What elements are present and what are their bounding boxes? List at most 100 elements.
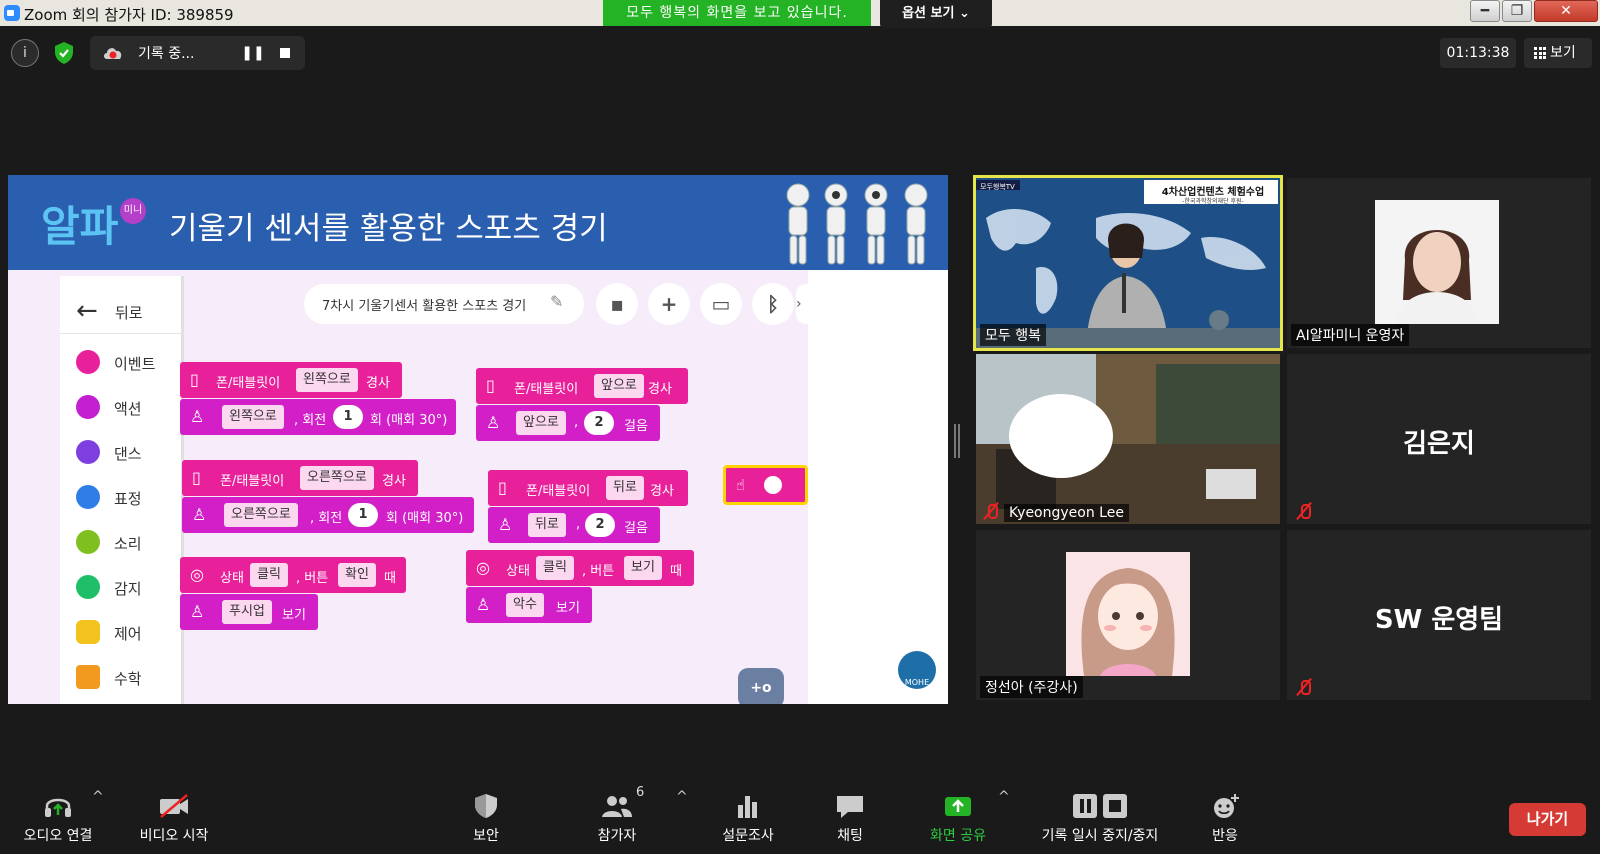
block-dropdown[interactable]: 악수 [506, 593, 544, 617]
block-dropdown[interactable]: 오른쪽으로 [224, 503, 298, 527]
phone-icon: ▯ [192, 468, 201, 487]
pause-stop-recording-button[interactable]: 기록 일시 중지/중지 [1030, 781, 1170, 851]
block-dropdown[interactable]: 왼쪽으로 [222, 405, 284, 429]
share-screen-label: 화면 공유 [930, 828, 986, 844]
participants-options-caret[interactable]: ^ [676, 789, 688, 805]
block-dropdown[interactable]: 오른쪽으로 [300, 466, 374, 490]
share-options-caret[interactable]: ^ [998, 789, 1010, 805]
category-control[interactable]: 제어 [76, 618, 184, 648]
block-number[interactable]: 1 [348, 503, 378, 527]
panel-resize-handle[interactable] [954, 424, 960, 458]
tilt-event-block[interactable]: ▯ 폰/태블릿이 오른쪽으로 경사 [182, 460, 418, 496]
walk-action-block[interactable]: ♙ 뒤로 , 2 걸음 [488, 507, 660, 543]
category-dance[interactable]: 댄스 [76, 438, 184, 468]
block-dropdown[interactable]: 뒤로 [528, 513, 566, 537]
block-dropdown[interactable]: 앞으로 [594, 374, 644, 398]
polls-button[interactable]: 설문조사 [716, 781, 780, 851]
turn-action-block[interactable]: ♙ 왼쪽으로 , 회전 1 회 (매회 30°) [180, 399, 456, 435]
block-text: 폰/태블릿이 [216, 376, 281, 391]
video-tile[interactable]: Kyeongyeon Lee [976, 354, 1280, 524]
block-number[interactable]: 2 [585, 513, 615, 537]
block-number[interactable]: 2 [584, 411, 614, 435]
block-dropdown[interactable]: 뒤로 [606, 476, 644, 500]
category-sensing[interactable]: 감지 [76, 573, 184, 603]
tilt-event-block[interactable]: ▯ 폰/태블릿이 뒤로 경사 [488, 470, 688, 506]
window-title: Zoom 회의 참가자 ID: 389859 [24, 6, 234, 24]
video-tile[interactable]: 김은지 [1287, 354, 1591, 524]
join-audio-button[interactable]: 오디오 연결 [14, 781, 102, 851]
block-dropdown[interactable]: 클릭 [536, 556, 574, 580]
category-math[interactable]: 수학 [76, 663, 184, 693]
mohe-logo: MOHE [898, 651, 936, 689]
block-dropdown[interactable]: 푸시업 [222, 600, 272, 624]
button-event-block[interactable]: ◎ 상태 클릭 , 버튼 확인 때 [180, 557, 406, 593]
chat-button[interactable]: 채팅 [826, 781, 874, 851]
block-dropdown[interactable]: 앞으로 [516, 411, 566, 435]
pause-stop-icon [1073, 794, 1127, 818]
category-expression[interactable]: 표정 [76, 483, 184, 513]
video-tile[interactable]: AI알파미니 운영자 [1287, 178, 1591, 348]
block-number[interactable]: 1 [333, 405, 363, 429]
participant-name: 모두 행복 [980, 324, 1046, 346]
gamepad-button[interactable]: +o [738, 668, 784, 704]
pose-action-block[interactable]: ♙ 푸시업 보기 [180, 594, 318, 630]
category-label: 댄스 [114, 445, 142, 463]
tilt-event-block[interactable]: ▯ 폰/태블릿이 왼쪽으로 경사 [180, 362, 402, 398]
reactions-button[interactable]: 반응 [1200, 781, 1250, 851]
encryption-shield-icon[interactable] [50, 39, 78, 67]
coding-app: ← 뒤로 이벤트 액션 댄스 표정 소리 감지 제어 수학 7차시 기울기센서 … [8, 270, 808, 704]
block-text: 상태 [506, 564, 530, 579]
stop-recording-button[interactable] [272, 40, 298, 66]
pose-action-block[interactable]: ♙ 악수 보기 [466, 587, 592, 623]
participants-icon [602, 796, 632, 817]
recording-label: 기록 중... [138, 46, 195, 62]
category-event[interactable]: 이벤트 [76, 348, 184, 378]
block-dropdown[interactable]: 왼쪽으로 [296, 368, 358, 392]
maximize-button[interactable]: ❐ [1502, 0, 1532, 22]
participants-label: 참가자 [597, 828, 637, 844]
video-tile-speaker[interactable]: 모두행복TV 4차산업컨텐츠 체험수업 -한국과학창의재단 후원- 모두 행복 [973, 175, 1283, 351]
project-name-field[interactable]: 7차시 기울기센서 활용한 스포츠 경기 ✎ [304, 284, 584, 324]
security-button[interactable]: 보안 [460, 781, 512, 851]
leave-meeting-button[interactable]: 나가기 [1509, 803, 1586, 836]
pencil-icon[interactable]: ✎ [550, 292, 563, 311]
view-layout-button[interactable]: 보기 [1524, 38, 1592, 68]
walk-action-block[interactable]: ♙ 앞으로 , 2 걸음 [476, 405, 660, 441]
block-text: 때 [384, 571, 396, 586]
button-event-block[interactable]: ◎ 상태 클릭 , 버튼 보기 때 [466, 550, 694, 586]
robot-icon: ♙ [192, 505, 207, 524]
category-label: 소리 [114, 535, 142, 553]
walking-icon: ♙ [498, 515, 513, 534]
start-event-block[interactable]: ☝ [723, 465, 808, 505]
mini-badge: 미니 [120, 198, 146, 224]
add-button[interactable]: + [648, 283, 690, 325]
audio-options-caret[interactable]: ^ [92, 789, 104, 805]
category-action[interactable]: 액션 [76, 393, 184, 423]
block-text: 경사 [650, 484, 674, 499]
close-window-button[interactable]: ✕ [1534, 0, 1598, 22]
back-button[interactable]: ← 뒤로 [60, 290, 184, 334]
tilt-event-block[interactable]: ▯ 폰/태블릿이 앞으로 경사 [476, 368, 688, 404]
save-button[interactable]: ▪ [596, 283, 638, 325]
open-folder-button[interactable]: ▭ [700, 283, 742, 325]
video-tile[interactable]: 정선아 (주강사) [976, 530, 1280, 700]
bluetooth-button[interactable]: ᛒ [752, 283, 794, 325]
meeting-info-icon[interactable]: i [11, 39, 39, 67]
robot-icon: ♙ [476, 595, 491, 614]
video-off-icon [160, 794, 188, 818]
start-video-button[interactable]: 비디오 시작 [130, 781, 218, 851]
pause-recording-button[interactable]: ❚❚ [240, 40, 266, 66]
minimize-button[interactable]: ━ [1470, 0, 1500, 22]
block-dropdown[interactable]: 확인 [338, 563, 376, 587]
phone-icon: ▯ [486, 376, 495, 395]
folder-icon: ▭ [711, 292, 731, 316]
turn-action-block[interactable]: ♙ 오른쪽으로 , 회전 1 회 (매회 30°) [182, 497, 474, 533]
video-tile[interactable]: SW 운영팀 [1287, 530, 1591, 700]
participant-name: 정선아 (주강사) [980, 676, 1083, 698]
share-screen-button[interactable]: 화면 공유 [922, 781, 994, 851]
block-dropdown[interactable]: 보기 [624, 556, 662, 580]
view-options-dropdown[interactable]: 옵션 보기 ⌄ [880, 0, 992, 28]
block-dropdown[interactable]: 클릭 [250, 563, 288, 587]
more-toolbar-button[interactable]: › [796, 284, 808, 324]
category-sound[interactable]: 소리 [76, 528, 184, 558]
